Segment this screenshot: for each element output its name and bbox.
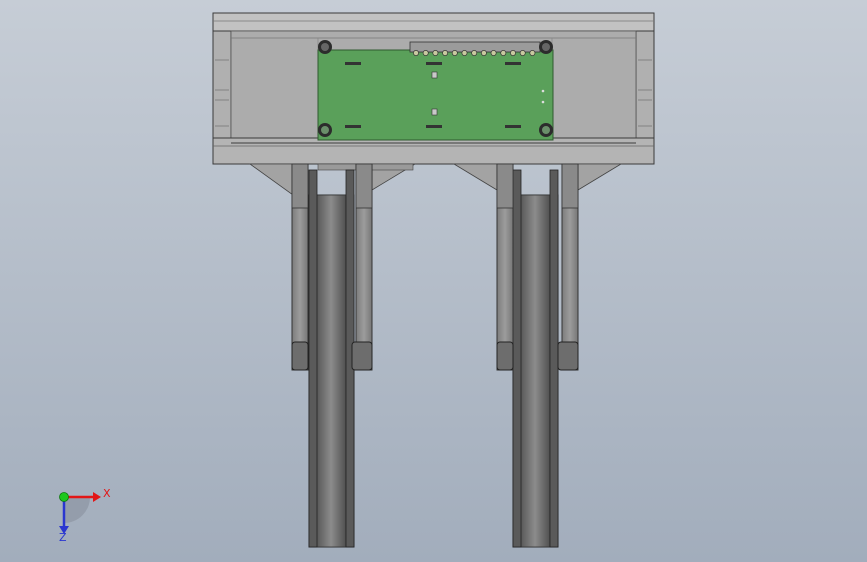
axle-block	[557, 341, 579, 371]
header-pin	[500, 50, 507, 56]
standoff	[539, 40, 553, 54]
smd-pad	[505, 125, 521, 128]
header-pin	[490, 50, 497, 56]
frame-right-post	[635, 30, 655, 147]
left-wheel-rim	[315, 194, 347, 548]
smd-pad	[505, 62, 521, 65]
header-pin	[413, 50, 419, 56]
smd-pad	[426, 125, 442, 128]
smd-component	[431, 71, 438, 79]
header-pin	[529, 50, 536, 56]
standoff	[318, 40, 332, 54]
header-pin	[451, 50, 458, 56]
smd-pad	[345, 125, 361, 128]
model-canvas[interactable]: X Z	[0, 0, 867, 562]
led-dot	[541, 100, 545, 104]
header-pin	[422, 50, 429, 56]
frame-top-rail	[212, 12, 655, 32]
frame-bottom-rail	[212, 137, 655, 165]
smd-component	[431, 108, 438, 116]
axle-block	[496, 341, 514, 371]
header-pin	[519, 50, 526, 56]
header-pin	[432, 50, 439, 56]
z-axis-label: Z	[59, 531, 67, 544]
left-wheel-flange	[308, 169, 318, 548]
right-wheel-flange	[549, 169, 559, 548]
header-pin	[510, 50, 516, 56]
smd-pad	[345, 62, 361, 65]
right-wheel-flange	[512, 169, 522, 548]
standoff	[318, 123, 332, 137]
header-pin	[442, 50, 449, 56]
right-wheel-rim	[519, 194, 551, 548]
header-pin	[471, 50, 478, 56]
smd-pad	[426, 62, 442, 65]
cad-viewport[interactable]: X Z	[0, 0, 867, 562]
y-axis-dot	[59, 492, 69, 502]
x-axis-label: X	[103, 487, 111, 500]
frame-left-post	[212, 30, 232, 147]
axle-block	[351, 341, 373, 371]
standoff	[539, 123, 553, 137]
axle-block	[291, 341, 309, 371]
led-dot	[541, 89, 545, 93]
header-pin	[461, 50, 468, 56]
pcb-board[interactable]	[317, 40, 554, 141]
header-pin	[480, 50, 487, 56]
